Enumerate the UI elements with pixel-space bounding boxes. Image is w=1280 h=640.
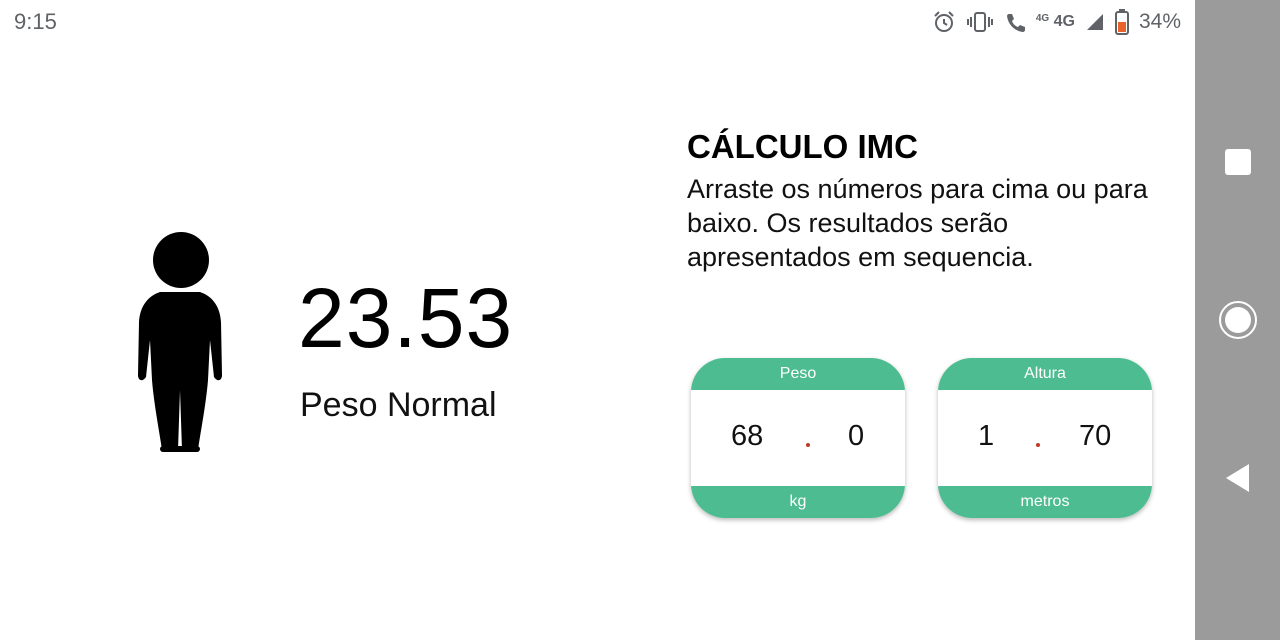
weight-picker: Peso 68 0 kg — [691, 358, 905, 518]
back-icon — [1225, 464, 1249, 492]
navigation-bar — [1195, 0, 1280, 640]
instructions-text: Arraste os números para cima ou para bai… — [687, 174, 1148, 272]
weight-picker-label: Peso — [691, 358, 905, 390]
back-button[interactable] — [1195, 448, 1280, 508]
height-integer-wheel[interactable]: 1 — [978, 420, 994, 453]
bmi-category: Peso Normal — [300, 386, 497, 424]
page-title: CÁLCULO IMC — [687, 128, 918, 165]
weight-integer-wheel[interactable]: 68 — [731, 420, 763, 453]
weight-decimal-dot — [806, 443, 810, 447]
home-icon — [1218, 301, 1257, 339]
signal-icon — [1085, 12, 1105, 32]
network-label: 4G — [1053, 13, 1075, 30]
network-small-label: 4G — [1035, 13, 1050, 24]
person-silhouette-icon — [130, 230, 230, 455]
recents-icon — [1224, 149, 1251, 175]
status-icons: 4G 4G 34% — [932, 7, 1181, 37]
wifi-calling-icon — [1004, 10, 1026, 34]
height-decimal-wheel[interactable]: 70 — [1079, 420, 1111, 453]
bmi-value: 23.53 — [298, 271, 514, 365]
recents-button[interactable] — [1195, 132, 1280, 192]
height-decimal-dot — [1036, 443, 1040, 447]
height-picker: Altura 1 70 metros — [938, 358, 1152, 518]
height-picker-unit: metros — [938, 486, 1152, 518]
height-picker-body: 1 70 — [938, 390, 1152, 486]
weight-picker-unit: kg — [691, 486, 905, 518]
weight-decimal-wheel[interactable]: 0 — [848, 420, 864, 453]
battery-percent: 34% — [1138, 10, 1181, 33]
alarm-icon — [932, 10, 956, 34]
app-screen: 9:15 4G 4G 34% 23.53 Peso Normal CÁLCULO… — [0, 0, 1280, 640]
height-picker-label: Altura — [938, 358, 1152, 390]
network-indicator: 4G 4G — [1036, 13, 1075, 31]
home-button[interactable] — [1195, 290, 1280, 350]
battery-icon — [1114, 9, 1129, 35]
status-time: 9:15 — [14, 9, 57, 34]
weight-picker-body: 68 0 — [691, 390, 905, 486]
vibrate-icon — [966, 10, 994, 34]
status-bar: 9:15 4G 4G 34% — [0, 0, 1195, 46]
